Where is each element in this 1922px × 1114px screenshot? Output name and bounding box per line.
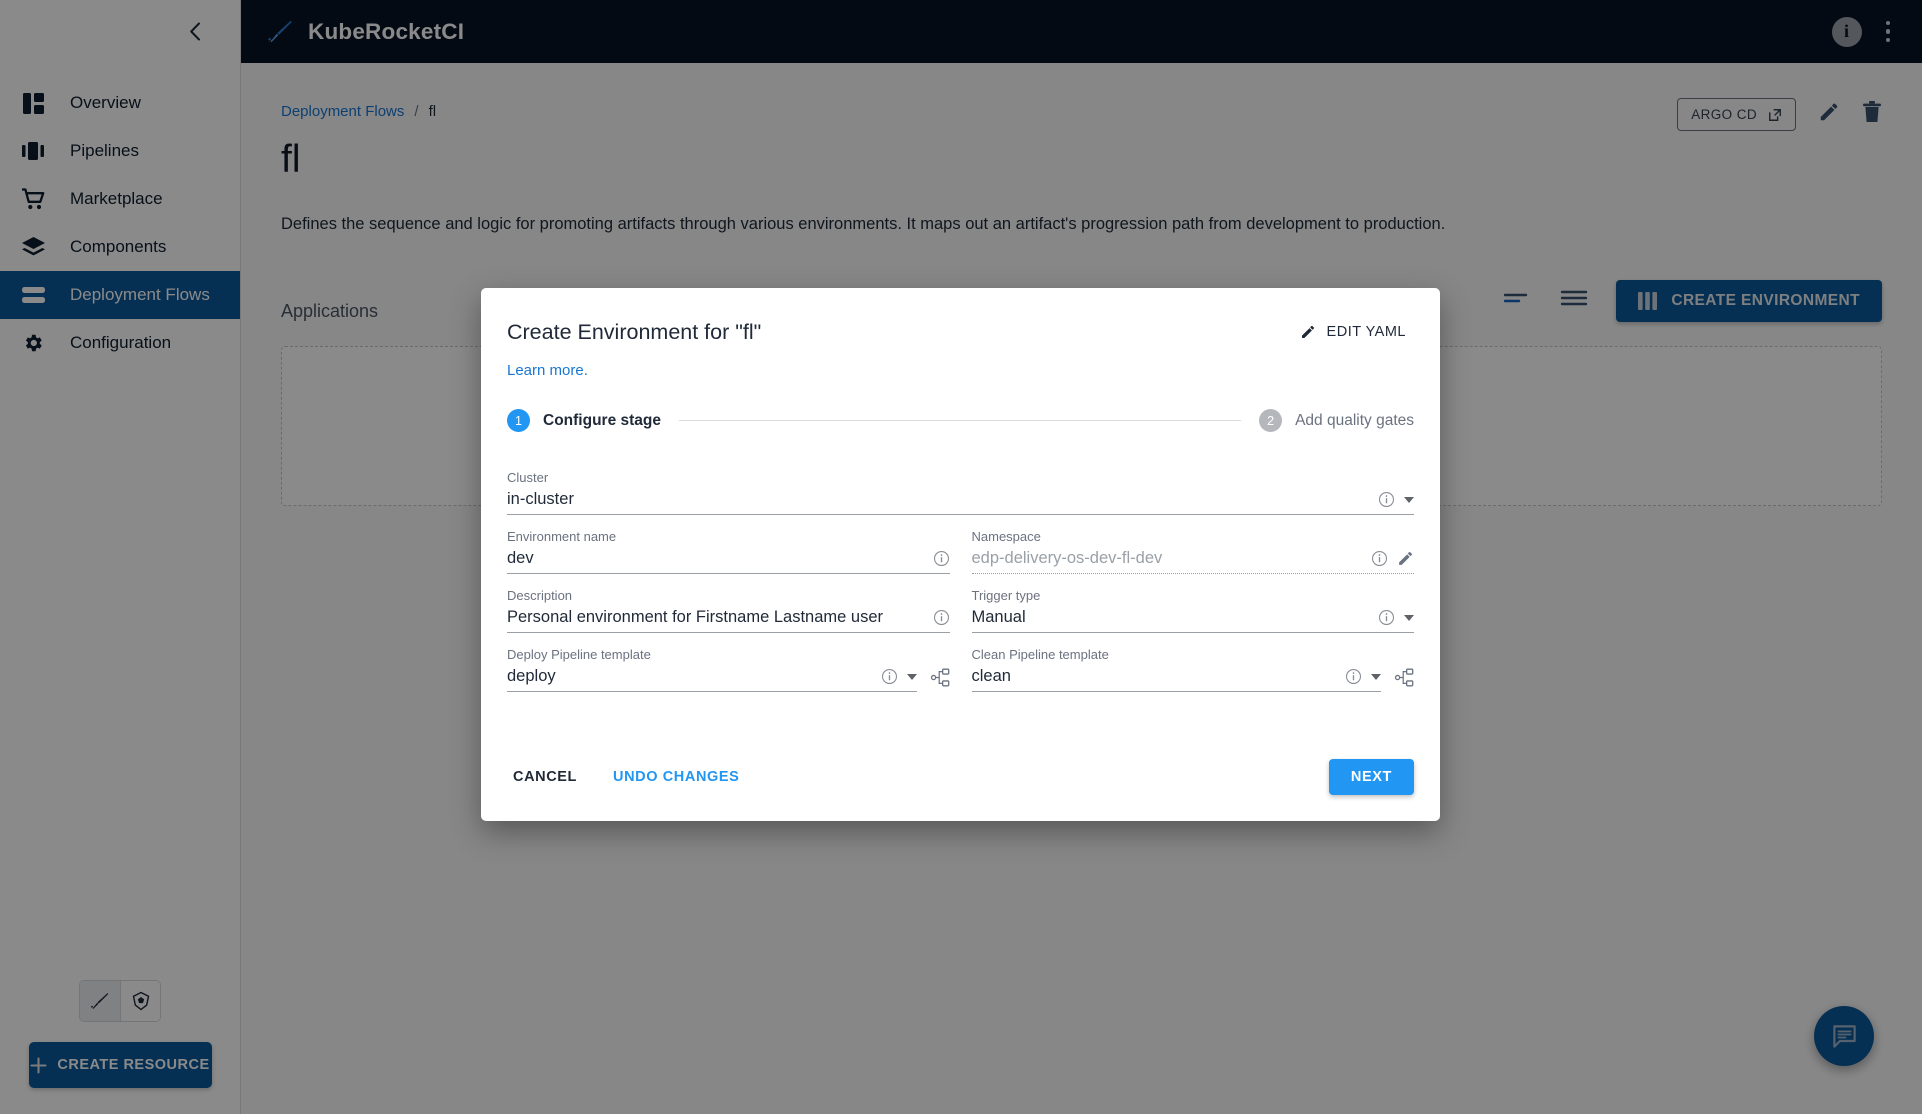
field-namespace: Namespace edp-delivery-os-dev-fl-dev (971, 529, 1414, 574)
chevron-down-icon[interactable] (1404, 614, 1414, 621)
info-outline-icon[interactable] (933, 550, 950, 567)
chevron-down-icon[interactable] (1371, 673, 1381, 680)
app-root: Overview Pipelines Marketplace Component… (0, 0, 1922, 1114)
field-adornments (933, 609, 950, 626)
environment-name-value: dev (507, 549, 534, 567)
trigger-type-select[interactable]: Manual (971, 608, 1414, 633)
dialog-actions: CANCEL UNDO CHANGES NEXT (481, 759, 1440, 821)
chevron-down-icon[interactable] (906, 673, 917, 680)
field-label: Namespace (971, 529, 1041, 544)
environment-form: Cluster in-cluster Environment name dev (481, 432, 1440, 692)
deploy-pipeline-template-value: deploy (507, 667, 556, 685)
edit-yaml-button[interactable]: EDIT YAML (1292, 318, 1414, 346)
step-number: 2 (1259, 409, 1283, 432)
edit-yaml-label: EDIT YAML (1326, 324, 1406, 340)
clean-pipeline-template-select[interactable]: clean (971, 667, 1381, 692)
field-label: Clean Pipeline template (971, 647, 1109, 662)
form-row-pipeline-templates: Deploy Pipeline template deploy Clean Pi… (507, 633, 1414, 692)
field-label: Environment name (507, 529, 617, 544)
field-label: Description (507, 588, 573, 603)
field-trigger-type: Trigger type Manual (971, 588, 1414, 633)
stepper-connector (678, 420, 1242, 421)
field-label: Deploy Pipeline template (507, 647, 651, 662)
undo-changes-button[interactable]: UNDO CHANGES (607, 761, 745, 793)
info-outline-icon[interactable] (1378, 609, 1395, 626)
field-cluster: Cluster in-cluster (507, 470, 1414, 515)
step-label: Configure stage (543, 411, 661, 429)
field-adornments (1345, 668, 1381, 685)
namespace-placeholder: edp-delivery-os-dev-fl-dev (971, 549, 1163, 567)
step-configure-stage[interactable]: 1 Configure stage (507, 409, 661, 432)
learn-more-link[interactable]: Learn more. (481, 346, 1440, 379)
step-label: Add quality gates (1295, 411, 1414, 429)
info-outline-icon[interactable] (881, 668, 898, 685)
deploy-pipeline-template-select[interactable]: deploy (507, 667, 917, 692)
form-row-name-namespace: Environment name dev Namespace edp-deliv… (507, 515, 1414, 574)
namespace-input[interactable]: edp-delivery-os-dev-fl-dev (971, 549, 1414, 574)
cluster-value: in-cluster (507, 490, 574, 508)
step-add-quality-gates[interactable]: 2 Add quality gates (1259, 409, 1414, 432)
form-row-description-trigger: Description Personal environment for Fir… (507, 574, 1414, 633)
field-adornments (933, 550, 950, 567)
description-input[interactable]: Personal environment for Firstname Lastn… (507, 608, 950, 633)
field-environment-name: Environment name dev (507, 529, 950, 574)
field-label: Cluster (507, 470, 549, 485)
trigger-type-value: Manual (971, 608, 1026, 626)
field-clean-pipeline-template: Clean Pipeline template clean (971, 647, 1415, 692)
chevron-down-icon[interactable] (1404, 496, 1414, 503)
field-adornments (1378, 491, 1414, 508)
pencil-icon (1301, 325, 1314, 338)
pipeline-graph-icon[interactable] (1394, 668, 1414, 692)
dialog-header: Create Environment for "fl" EDIT YAML (481, 288, 1440, 346)
info-outline-icon[interactable] (1371, 550, 1388, 567)
info-outline-icon[interactable] (1378, 491, 1395, 508)
clean-pipeline-template-value: clean (971, 667, 1011, 685)
pipeline-graph-icon[interactable] (930, 668, 950, 692)
dialog-title: Create Environment for "fl" (507, 319, 762, 344)
dialog-stepper: 1 Configure stage 2 Add quality gates (481, 379, 1440, 432)
field-label: Trigger type (971, 588, 1041, 603)
field-adornments (1378, 609, 1414, 626)
info-outline-icon[interactable] (933, 609, 950, 626)
create-environment-dialog: Create Environment for "fl" EDIT YAML Le… (481, 288, 1440, 821)
field-adornments (881, 668, 917, 685)
description-value: Personal environment for Firstname Lastn… (507, 608, 884, 626)
next-button[interactable]: NEXT (1328, 759, 1414, 795)
field-deploy-pipeline-template: Deploy Pipeline template deploy (507, 647, 950, 692)
field-adornments (1371, 550, 1414, 567)
environment-name-input[interactable]: dev (507, 549, 950, 574)
cancel-button[interactable]: CANCEL (507, 761, 583, 793)
step-number: 1 (507, 409, 530, 432)
field-description: Description Personal environment for Fir… (507, 588, 950, 633)
pencil-icon[interactable] (1397, 550, 1414, 567)
info-outline-icon[interactable] (1345, 668, 1362, 685)
cluster-select[interactable]: in-cluster (507, 490, 1414, 515)
